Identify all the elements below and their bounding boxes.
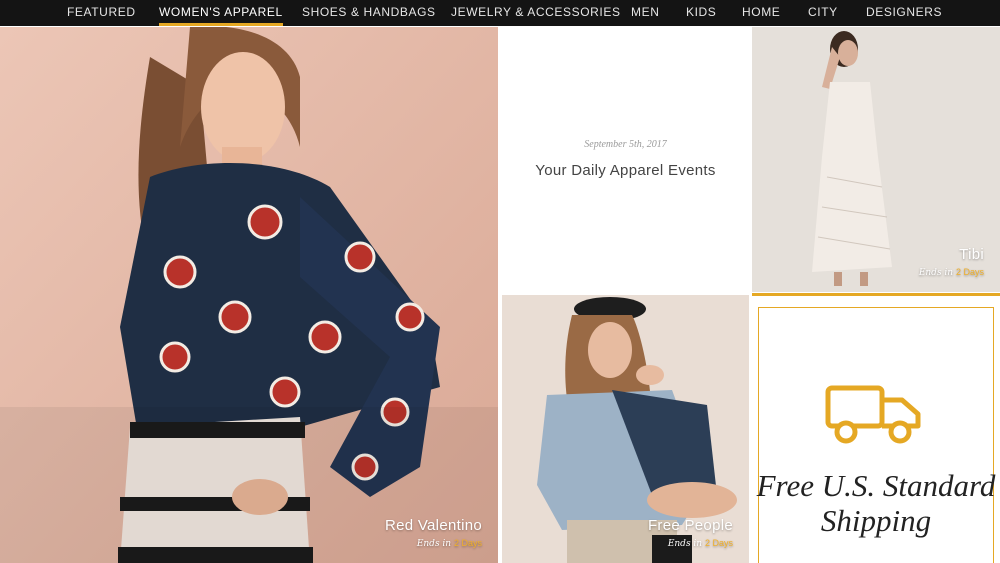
free-shipping-promo[interactable]: Free U.S. Standard Shipping: [752, 293, 1000, 563]
ends-in-value: 2 Days: [704, 538, 733, 548]
brand-name: Red Valentino: [384, 517, 482, 534]
red-valentino-photo: [0, 27, 498, 563]
event-date: September 5th, 2017: [584, 139, 667, 150]
nav-item-home[interactable]: HOME: [742, 0, 780, 26]
active-tab-underline: [159, 23, 283, 26]
nav-item-womens-apparel[interactable]: WOMEN'S APPAREL: [159, 0, 283, 26]
ends-in-label: Ends in 2 Days: [385, 538, 482, 549]
nav-item-featured[interactable]: FEATURED: [67, 0, 136, 26]
ends-in-label: Ends in 2 Days: [648, 538, 733, 549]
page-title: Your Daily Apparel Events: [535, 162, 716, 179]
nav-item-men[interactable]: MEN: [631, 0, 659, 26]
tile-caption: Red Valentino Ends in 2 Days: [385, 517, 482, 549]
nav-item-shoes-handbags[interactable]: SHOES & HANDBAGS: [302, 0, 436, 26]
tile-caption: Tibi Ends in 2 Days: [919, 246, 984, 278]
ends-in-prefix: Ends in: [667, 539, 703, 549]
event-tile-free-people[interactable]: Free People Ends in 2 Days: [502, 295, 749, 563]
nav-item-designers[interactable]: DESIGNERS: [866, 0, 942, 26]
ends-in-prefix: Ends in: [416, 539, 452, 549]
ends-in-value: 2 Days: [453, 538, 482, 548]
ends-in-prefix: Ends in: [918, 268, 954, 278]
ends-in-label: Ends in 2 Days: [919, 267, 984, 278]
daily-events-header: September 5th, 2017 Your Daily Apparel E…: [500, 27, 751, 292]
nav-item-label: WOMEN'S APPAREL: [159, 5, 283, 19]
ends-in-value: 2 Days: [955, 267, 984, 277]
brand-name: Free People: [647, 517, 733, 534]
tile-caption: Free People Ends in 2 Days: [648, 517, 733, 549]
nav-item-city[interactable]: CITY: [808, 0, 838, 26]
top-nav: FEATURED WOMEN'S APPAREL SHOES & HANDBAG…: [0, 0, 1000, 26]
nav-item-jewelry-accessories[interactable]: JEWELRY & ACCESSORIES: [451, 0, 621, 26]
truck-icon: [825, 385, 921, 444]
event-tile-red-valentino[interactable]: Red Valentino Ends in 2 Days: [0, 27, 498, 563]
free-shipping-text: Free U.S. Standard Shipping: [756, 468, 996, 538]
nav-item-kids[interactable]: KIDS: [686, 0, 716, 26]
brand-name: Tibi: [959, 246, 984, 263]
event-tile-tibi[interactable]: Tibi Ends in 2 Days: [752, 27, 1000, 292]
